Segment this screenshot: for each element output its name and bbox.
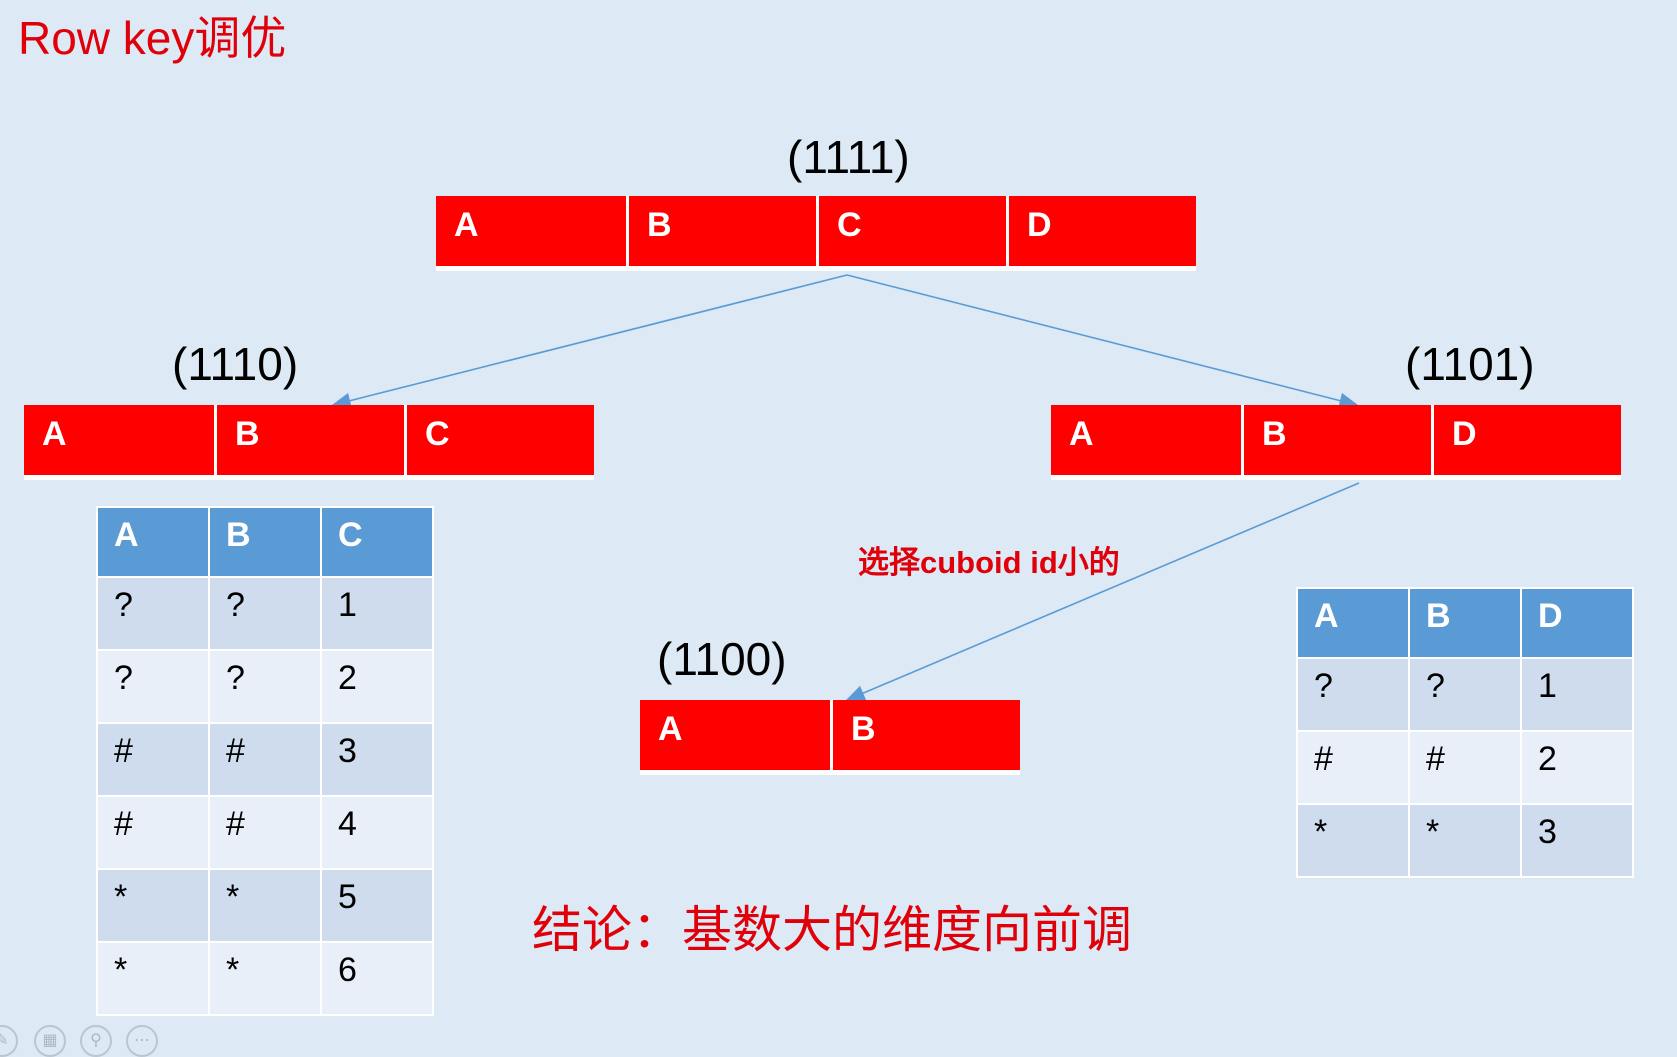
table-header-row: A B D xyxy=(1296,587,1634,659)
conclusion-text: 结论：基数大的维度向前调 xyxy=(532,902,1132,958)
cardinality-table-right: A B D ? ? 1 # # 2 * * 3 xyxy=(1296,587,1634,878)
arrow-root-to-left xyxy=(331,274,848,409)
table-row: ? ? 1 xyxy=(1296,657,1634,732)
table-row: * * 6 xyxy=(96,941,434,1016)
table-cell: 6 xyxy=(320,941,434,1016)
dim-cell: C xyxy=(404,405,594,475)
table-header-cell: A xyxy=(96,506,210,578)
selection-note: 选择cuboid id小的 xyxy=(858,545,1120,580)
arrow-right-to-child xyxy=(845,482,1360,701)
table-row: * * 3 xyxy=(1296,803,1634,878)
table-cell: 1 xyxy=(1520,657,1634,732)
table-row: ? ? 1 xyxy=(96,576,434,651)
dim-cell: D xyxy=(1006,196,1196,266)
table-cell: * xyxy=(96,941,210,1016)
table-cell: ? xyxy=(96,649,210,724)
table-cell: * xyxy=(1408,803,1522,878)
table-row: # # 4 xyxy=(96,795,434,870)
table-cell: * xyxy=(96,868,210,943)
table-cell: 3 xyxy=(320,722,434,797)
cardinality-table-left: A B C ? ? 1 ? ? 2 # # 3 # # 4 * * 5 * * … xyxy=(96,506,434,1016)
cuboid-id-root: (1111) xyxy=(787,131,910,183)
cuboid-bar-left: A B C xyxy=(24,405,594,475)
table-cell: # xyxy=(208,795,322,870)
cuboid-bar-root: A B C D xyxy=(436,196,1196,266)
table-cell: * xyxy=(208,868,322,943)
dim-cell: A xyxy=(436,196,626,266)
table-cell: 5 xyxy=(320,868,434,943)
table-row: # # 2 xyxy=(1296,730,1634,805)
table-cell: * xyxy=(1296,803,1410,878)
more-icon[interactable]: ⋯ xyxy=(126,1025,158,1057)
table-header-cell: B xyxy=(208,506,322,578)
table-header-cell: B xyxy=(1408,587,1522,659)
dim-cell: A xyxy=(24,405,214,475)
table-row: * * 5 xyxy=(96,868,434,943)
arrow-root-to-right xyxy=(846,274,1359,409)
table-header-cell: C xyxy=(320,506,434,578)
table-cell: 3 xyxy=(1520,803,1634,878)
table-cell: # xyxy=(96,722,210,797)
table-cell: ? xyxy=(208,576,322,651)
table-cell: 4 xyxy=(320,795,434,870)
table-cell: * xyxy=(208,941,322,1016)
dim-cell: B xyxy=(830,700,1020,770)
table-cell: # xyxy=(1408,730,1522,805)
table-row: # # 3 xyxy=(96,722,434,797)
table-header-row: A B C xyxy=(96,506,434,578)
table-cell: # xyxy=(1296,730,1410,805)
cuboid-id-right: (1101) xyxy=(1405,338,1535,390)
dim-cell: B xyxy=(1241,405,1431,475)
slides-icon[interactable]: ▦ xyxy=(34,1025,66,1057)
table-cell: 1 xyxy=(320,576,434,651)
table-cell: 2 xyxy=(1520,730,1634,805)
dim-cell: A xyxy=(640,700,830,770)
table-cell: # xyxy=(96,795,210,870)
table-header-cell: D xyxy=(1520,587,1634,659)
cuboid-bar-right: A B D xyxy=(1051,405,1621,475)
table-cell: ? xyxy=(208,649,322,724)
table-cell: 2 xyxy=(320,649,434,724)
table-header-cell: A xyxy=(1296,587,1410,659)
table-row: ? ? 2 xyxy=(96,649,434,724)
dim-cell: A xyxy=(1051,405,1241,475)
table-cell: ? xyxy=(96,576,210,651)
table-cell: ? xyxy=(1408,657,1522,732)
zoom-icon[interactable]: ⚲ xyxy=(80,1025,112,1057)
dim-cell: B xyxy=(214,405,404,475)
dim-cell: D xyxy=(1431,405,1621,475)
dim-cell: B xyxy=(626,196,816,266)
cuboid-id-left: (1110) xyxy=(172,338,299,390)
cuboid-id-child: (1100) xyxy=(657,633,787,685)
cuboid-bar-child: A B xyxy=(640,700,1020,770)
table-cell: # xyxy=(208,722,322,797)
table-cell: ? xyxy=(1296,657,1410,732)
dim-cell: C xyxy=(816,196,1006,266)
